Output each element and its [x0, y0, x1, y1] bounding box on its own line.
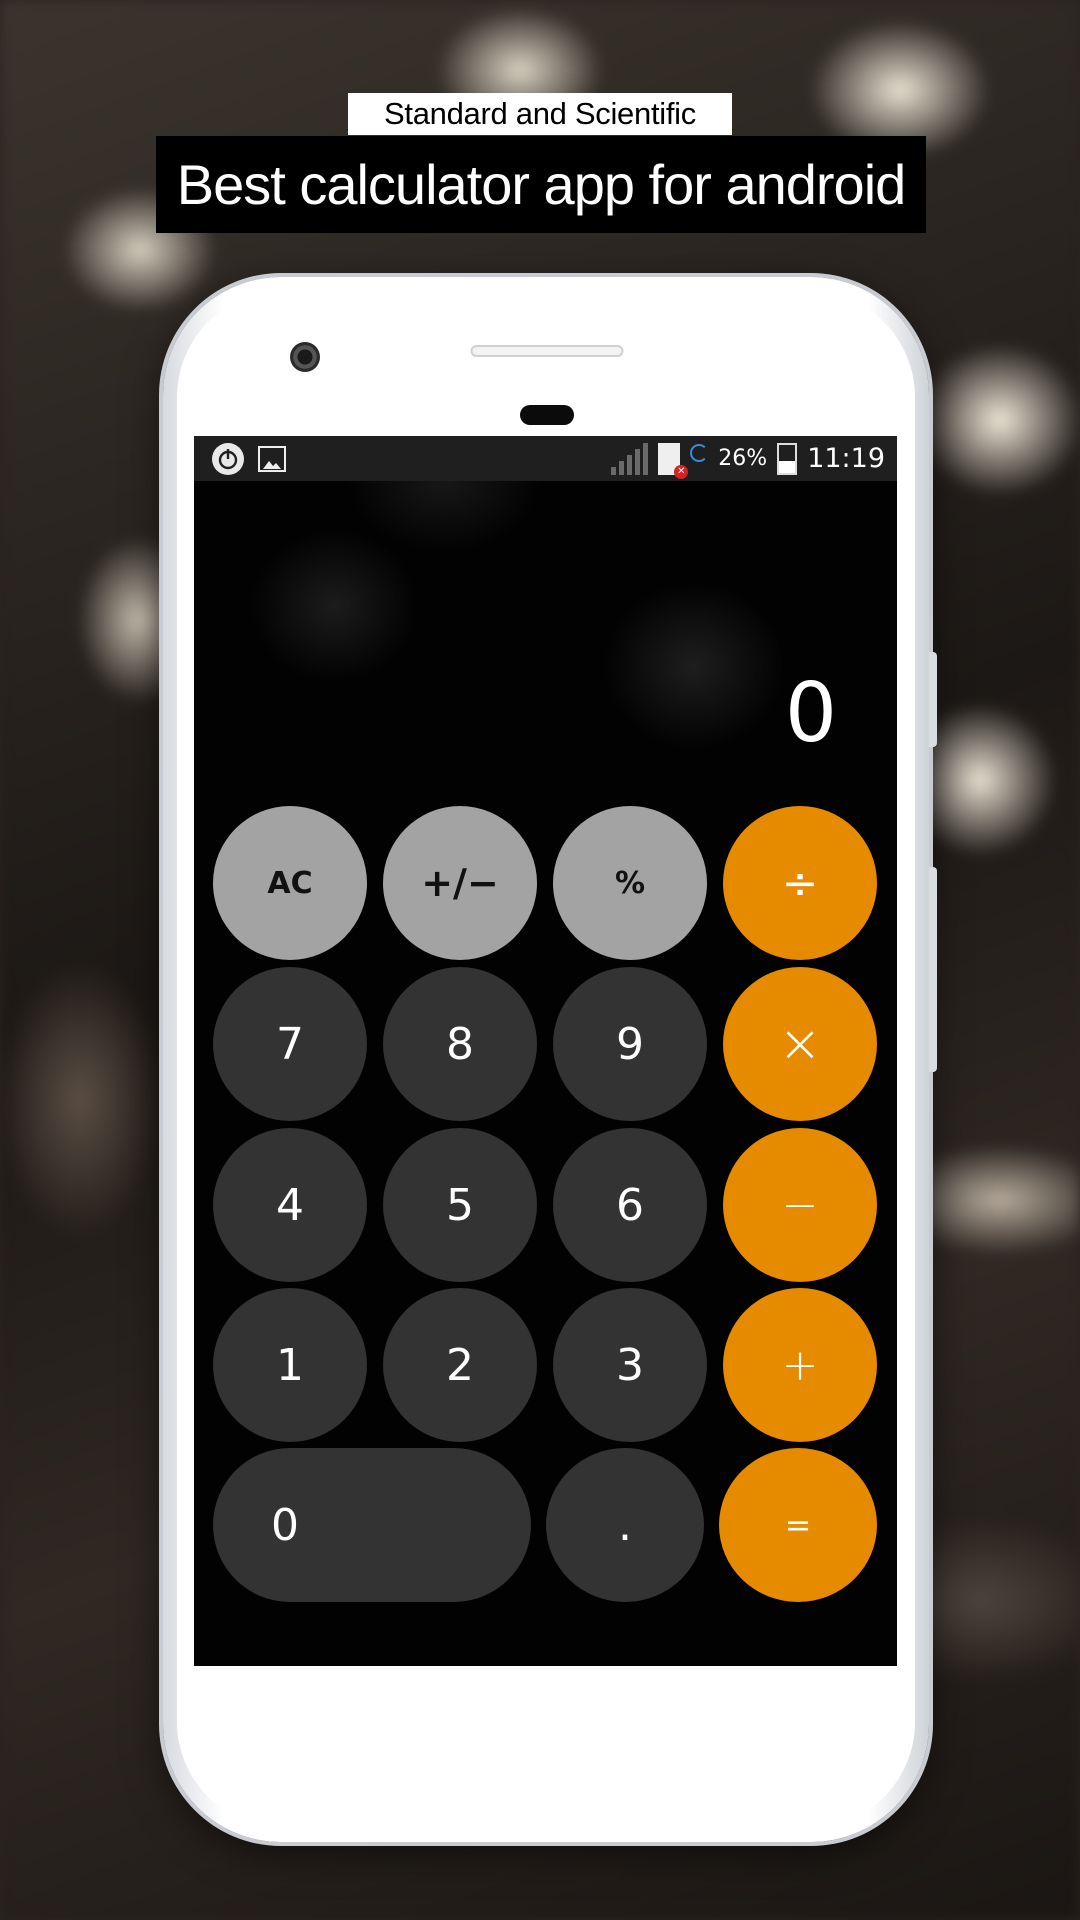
- front-camera: [290, 342, 320, 372]
- plus-button[interactable]: +: [723, 1288, 877, 1442]
- digit-9-button[interactable]: 9: [553, 967, 707, 1121]
- digit-5-button[interactable]: 5: [383, 1128, 537, 1282]
- decimal-button[interactable]: .: [546, 1448, 704, 1602]
- earpiece-speaker: [470, 345, 624, 357]
- digit-8-button[interactable]: 8: [383, 967, 537, 1121]
- promo-subtitle: Standard and Scientific: [348, 93, 732, 135]
- digit-2-button[interactable]: 2: [383, 1288, 537, 1442]
- volume-down-button: [929, 867, 937, 1072]
- divide-button[interactable]: ÷: [723, 806, 877, 960]
- plus-minus-button[interactable]: +∕−: [383, 806, 537, 960]
- digit-0-button[interactable]: 0: [213, 1448, 531, 1602]
- ac-button[interactable]: AC: [213, 806, 367, 960]
- minus-button[interactable]: −: [723, 1128, 877, 1282]
- percent-button[interactable]: %: [553, 806, 707, 960]
- multiply-button[interactable]: ×: [723, 967, 877, 1121]
- calculator-keypad: AC +∕− % ÷ 7 8 9 × 4 5 6 − 1 2 3 + 0 . =: [194, 436, 897, 1666]
- digit-6-button[interactable]: 6: [553, 1128, 707, 1282]
- digit-7-button[interactable]: 7: [213, 967, 367, 1121]
- equals-button[interactable]: =: [719, 1448, 877, 1602]
- digit-3-button[interactable]: 3: [553, 1288, 707, 1442]
- phone-screen: ✕ 26% 11:19 0 AC +∕− % ÷ 7 8 9 × 4 5 6 −…: [194, 436, 897, 1666]
- digit-4-button[interactable]: 4: [213, 1128, 367, 1282]
- promo-title: Best calculator app for android: [156, 136, 926, 233]
- proximity-sensor: [520, 405, 574, 425]
- volume-up-button: [929, 652, 937, 747]
- digit-1-button[interactable]: 1: [213, 1288, 367, 1442]
